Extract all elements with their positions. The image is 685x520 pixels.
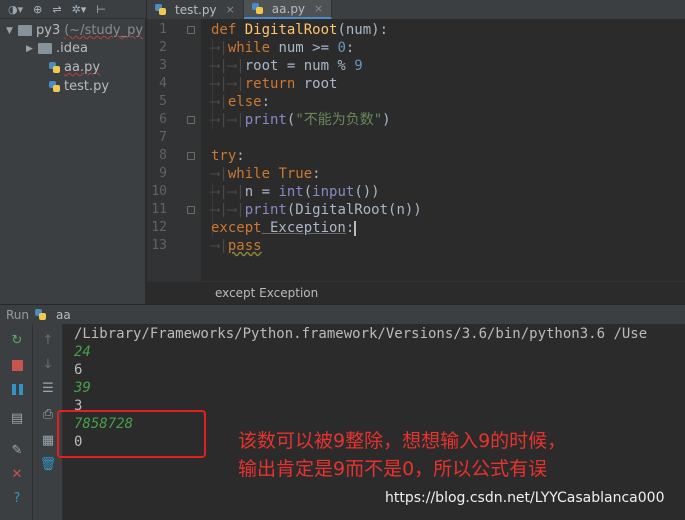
- code-line-11: ⟶|⟶|print(DigitalRoot(n)): [211, 202, 422, 218]
- folder-icon: [18, 25, 32, 36]
- console-input-line: 24: [74, 344, 91, 360]
- tree-item-aa[interactable]: aa.py: [49, 58, 100, 77]
- print-icon[interactable]: ⎙: [41, 408, 55, 422]
- chevron-down-icon[interactable]: ▼: [6, 26, 18, 36]
- line-number: 8: [159, 148, 167, 163]
- split-icon[interactable]: ⇌: [52, 3, 61, 16]
- console-output-line: 6: [74, 362, 83, 378]
- python-file-icon: [35, 308, 47, 321]
- chevron-right-icon[interactable]: ▶: [26, 44, 38, 54]
- python-file-icon: [251, 2, 263, 15]
- annotation-line-1: 该数可以被9整除，想想输入9的时候，: [238, 430, 567, 452]
- tree-item-test[interactable]: test.py: [49, 77, 109, 96]
- python-file-icon: [49, 80, 60, 93]
- line-number: 5: [159, 94, 167, 109]
- editor-tabs: test.py × aa.py ×: [147, 0, 685, 19]
- line-number: 2: [159, 40, 167, 55]
- run-config-name[interactable]: aa: [56, 308, 71, 322]
- python-file-icon: [155, 3, 166, 16]
- project-toolbar: ◑▾ ⊕ ⇌ ✲▾ ⊢: [0, 0, 146, 19]
- scroll-down-icon[interactable]: ↓: [41, 358, 55, 372]
- tree-item-label: .idea: [56, 41, 88, 56]
- code-editor[interactable]: def DigitalRoot(num): ⟶|while num >= 0: …: [201, 19, 685, 281]
- project-icon[interactable]: ◑▾: [8, 3, 23, 16]
- run-panel-header: Run aa: [0, 304, 685, 324]
- help-icon[interactable]: ?: [10, 492, 24, 506]
- stop-icon[interactable]: [10, 358, 24, 372]
- scroll-up-icon[interactable]: ↑: [41, 334, 55, 348]
- close-icon[interactable]: ×: [314, 2, 323, 15]
- code-line-2: ⟶|while num >= 0:: [211, 40, 355, 56]
- text-caret: [354, 220, 357, 236]
- python-file-icon: [49, 61, 60, 74]
- fold-marker-icon[interactable]: [187, 206, 195, 214]
- line-number: 9: [159, 166, 167, 181]
- target-icon[interactable]: ⊕: [33, 3, 42, 16]
- code-line-12: except Exception:: [211, 220, 357, 236]
- tab-aa-py[interactable]: aa.py ×: [243, 0, 333, 19]
- tree-root-label: py3: [36, 23, 61, 38]
- folder-icon: [38, 43, 52, 54]
- pycharm-window: ◑▾ ⊕ ⇌ ✲▾ ⊢ ▼ py3 (~/study_py ▶ .idea aa…: [0, 0, 685, 520]
- pause-icon[interactable]: [10, 382, 24, 396]
- code-line-3: ⟶|⟶|root = num % 9: [211, 58, 363, 74]
- trash-icon[interactable]: 🗑: [40, 458, 57, 472]
- console-command: /Library/Frameworks/Python.framework/Ver…: [74, 326, 648, 342]
- line-number: 11: [151, 202, 167, 217]
- tree-item-idea[interactable]: ▶ .idea: [26, 39, 88, 58]
- code-line-9: ⟶|while True:: [211, 166, 321, 182]
- code-line-8: try:: [211, 148, 245, 164]
- annotation-line-2: 输出肯定是9而不是0，所以公式有误: [238, 458, 548, 480]
- tab-test-py[interactable]: test.py ×: [147, 0, 244, 19]
- rerun-icon[interactable]: ↻: [10, 334, 24, 348]
- tree-item-label: test.py: [64, 79, 110, 94]
- code-line-6: ⟶|⟶|print("不能为负数"): [211, 112, 391, 128]
- line-number: 1: [159, 22, 167, 37]
- tree-root[interactable]: ▼ py3 (~/study_py: [6, 21, 143, 40]
- tree-item-label: aa.py: [64, 60, 101, 75]
- gear-icon[interactable]: ✲▾: [72, 3, 87, 16]
- line-number: 13: [151, 238, 167, 253]
- code-line-1: def DigitalRoot(num):: [211, 22, 389, 38]
- collapse-icon[interactable]: ⊢: [96, 3, 106, 16]
- code-line-5: ⟶|else:: [211, 94, 271, 110]
- settings-icon[interactable]: ▦: [41, 434, 55, 448]
- code-line-13: ⟶|pass: [211, 238, 262, 254]
- tab-label: test.py: [175, 2, 217, 17]
- code-line-4: ⟶|⟶|return root: [211, 76, 338, 92]
- code-line-10: ⟶|⟶|n = int(input()): [211, 184, 380, 200]
- console-input-line: 39: [74, 380, 91, 396]
- line-number: 3: [159, 58, 167, 73]
- fold-marker-icon[interactable]: [187, 116, 195, 124]
- tree-root-path: (~/study_py: [64, 23, 144, 38]
- layout-icon[interactable]: ▤: [10, 412, 24, 426]
- tab-label: aa.py: [271, 1, 306, 16]
- line-number: 7: [159, 130, 167, 145]
- fold-marker-icon[interactable]: [187, 26, 195, 34]
- highlight-box: [57, 410, 206, 458]
- line-number: 10: [151, 184, 167, 199]
- line-number: 12: [151, 220, 167, 235]
- soft-wrap-icon[interactable]: ☰: [41, 382, 55, 396]
- fold-marker-icon[interactable]: [187, 152, 195, 160]
- close-icon[interactable]: ×: [226, 3, 235, 16]
- run-toolbar-primary: ↻ ▤ ✎ ✕ ?: [0, 324, 33, 520]
- pin-icon[interactable]: ✎: [10, 444, 24, 458]
- line-number: 6: [159, 112, 167, 127]
- line-number: 4: [159, 76, 167, 91]
- project-tree: ▼ py3 (~/study_py ▶ .idea aa.py test.py: [0, 19, 146, 304]
- close-icon[interactable]: ✕: [10, 468, 24, 482]
- run-label: Run: [6, 307, 30, 322]
- breadcrumb[interactable]: except Exception: [147, 281, 685, 304]
- watermark: https://blog.csdn.net/LYYCasablanca000: [385, 490, 665, 506]
- line-gutter: 1 2 3 4 5 6 7 8 9 10 11 12 13: [147, 19, 201, 281]
